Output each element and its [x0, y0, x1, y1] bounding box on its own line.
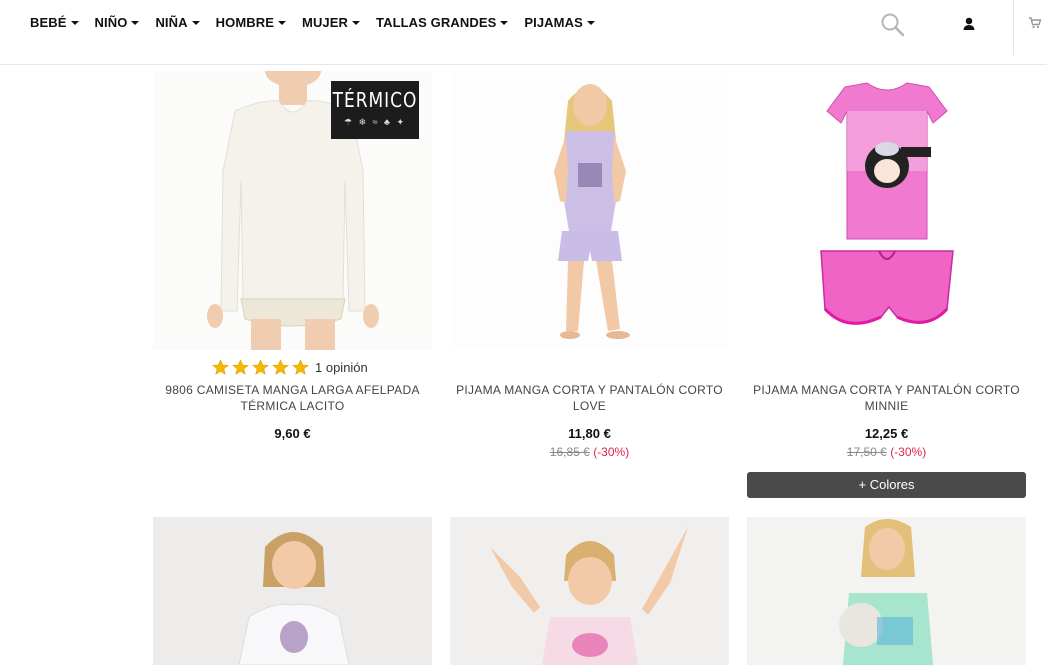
- thermal-badge: TÉRMICO ☂ ❄ ≈ ♣ ✦: [331, 81, 419, 139]
- badge-feature-icons: ☂ ❄ ≈ ♣ ✦: [344, 117, 406, 127]
- discount-badge: (-30%): [890, 445, 927, 459]
- nav-label: BEBÉ: [30, 15, 67, 30]
- header-divider: [1013, 0, 1014, 55]
- product-price: 9,60 €: [274, 426, 311, 441]
- nav-label: HOMBRE: [215, 15, 275, 30]
- product-image[interactable]: [747, 71, 1026, 350]
- caret-down-icon: [131, 21, 140, 25]
- star-icon: [292, 359, 309, 375]
- old-price-row: 16,85 € (-30%): [450, 445, 729, 459]
- product-rating[interactable]: 1 opinión: [212, 359, 368, 376]
- product-name[interactable]: 9806 CAMISETA MANGA LARGA AFELPADA TÉRMI…: [153, 382, 432, 414]
- nav-label: PIJAMAS: [524, 15, 583, 30]
- nav-item-tallas-grandes[interactable]: TALLAS GRANDES: [376, 15, 509, 30]
- caret-down-icon: [70, 21, 79, 25]
- nav-item-nina[interactable]: NIÑA: [155, 15, 200, 30]
- nav-item-hombre[interactable]: HOMBRE: [215, 15, 287, 30]
- product-image[interactable]: TÉRMICO ☂ ❄ ≈ ♣ ✦: [153, 71, 432, 350]
- star-icon: [232, 359, 249, 375]
- nav-label: NIÑA: [155, 15, 188, 30]
- nav-label: MUJER: [302, 15, 349, 30]
- old-price: 17,50 €: [846, 445, 887, 459]
- product-name[interactable]: PIJAMA MANGA CORTA Y PANTALÓN CORTO MINN…: [747, 382, 1026, 414]
- star-icon: [212, 359, 229, 375]
- search-icon[interactable]: [880, 12, 906, 38]
- more-colors-button[interactable]: + Colores: [747, 472, 1026, 498]
- rating-count[interactable]: 1 opinión: [315, 360, 368, 375]
- product-price: 11,80 €: [568, 426, 611, 441]
- caret-down-icon: [500, 21, 509, 25]
- user-icon[interactable]: [960, 14, 978, 34]
- cart-icon[interactable]: [1028, 16, 1042, 30]
- product-image[interactable]: [747, 517, 1026, 665]
- old-price: 16,85 €: [549, 445, 590, 459]
- discount-badge: (-30%): [593, 445, 630, 459]
- star-icon: [272, 359, 289, 375]
- old-price-row: 17,50 € (-30%): [747, 445, 1026, 459]
- product-image[interactable]: [153, 517, 432, 665]
- caret-down-icon: [278, 21, 287, 25]
- star-icon: [252, 359, 269, 375]
- product-price: 12,25 €: [864, 426, 909, 441]
- badge-title: TÉRMICO: [332, 89, 418, 113]
- product-name[interactable]: PIJAMA MANGA CORTA Y PANTALÓN CORTO LOVE: [450, 382, 729, 414]
- caret-down-icon: [191, 21, 200, 25]
- nav-label: TALLAS GRANDES: [376, 15, 497, 30]
- site-header: BEBÉ NIÑO NIÑA HOMBRE MUJER TALLAS GRAND…: [0, 0, 1047, 65]
- nav-item-pijamas[interactable]: PIJAMAS: [524, 15, 595, 30]
- product-image[interactable]: [450, 71, 729, 350]
- main-nav: BEBÉ NIÑO NIÑA HOMBRE MUJER TALLAS GRAND…: [30, 15, 611, 30]
- caret-down-icon: [352, 21, 361, 25]
- caret-down-icon: [586, 21, 595, 25]
- nav-item-nino[interactable]: NIÑO: [95, 15, 140, 30]
- nav-item-bebe[interactable]: BEBÉ: [30, 15, 79, 30]
- nav-item-mujer[interactable]: MUJER: [302, 15, 361, 30]
- product-image[interactable]: [450, 517, 729, 665]
- nav-label: NIÑO: [94, 15, 128, 30]
